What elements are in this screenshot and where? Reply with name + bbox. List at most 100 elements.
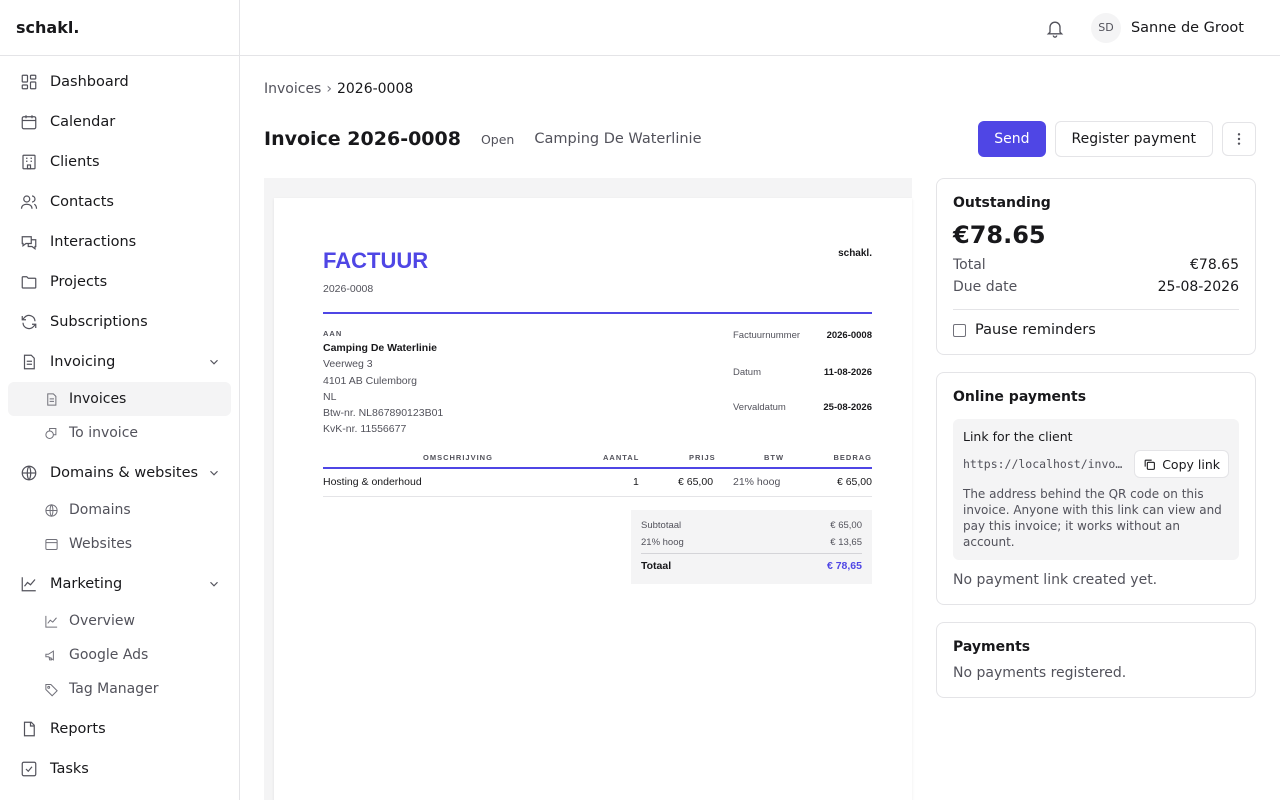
sidebar-subitem-label: Domains [69,502,131,518]
outstanding-amount: €78.65 [953,221,1046,249]
sidebar-item-calendar[interactable]: Calendar [0,102,239,142]
send-button[interactable]: Send [978,121,1046,157]
line-chart-icon [44,614,59,629]
payment-link-url[interactable]: https://localhost/invo… [963,457,1133,471]
sidebar-item-interactions[interactable]: Interactions [0,222,239,262]
chevron-down-icon[interactable] [207,466,221,480]
address-line: NL [323,390,337,403]
payments-card: Payments No payments registered. [936,622,1256,698]
breadcrumb-current: 2026-0008 [336,81,414,97]
sidebar-subitem-domains[interactable]: Domains [8,493,231,527]
sidebar-subitem-invoices[interactable]: Invoices [8,382,231,416]
meta-label: Datum [733,367,761,378]
line-description: Hosting & onderhoud [323,476,422,488]
card-title: Online payments [953,389,1087,405]
document-icon [20,353,38,371]
sidebar-group-invoicing[interactable]: Invoicing [0,342,239,382]
checkbox-icon [20,760,38,778]
avatar[interactable]: SD [1090,12,1121,43]
sidebar-subitem-google-ads[interactable]: Google Ads [8,638,231,672]
address-line: Veerweg 3 [323,358,373,371]
line-chart-icon [20,575,38,593]
sidebar-item-clients[interactable]: Clients [0,142,239,182]
sidebar-item-reports[interactable]: Reports [0,709,239,749]
interactions-icon [20,233,38,251]
sidebar-subitem-label: Google Ads [69,647,149,663]
main-content: Invoices › 2026-0008 Invoice 2026-0008 O… [264,56,1256,800]
pause-reminders-checkbox[interactable] [953,323,966,337]
sidebar-nav: Dashboard Calendar Clients Contacts Inte… [0,56,239,789]
contacts-icon [20,193,38,211]
vat-row: 21% hoog € 13,65 [641,534,862,551]
sidebar-subitem-tag-manager[interactable]: Tag Manager [8,672,231,706]
brand-logo[interactable]: schakl. [0,0,239,56]
megaphone-icon [44,648,59,663]
address-line: KvK-nr. 11556677 [323,423,407,436]
breadcrumb: Invoices › 2026-0008 [264,81,1256,97]
chevron-down-icon[interactable] [207,577,221,591]
invoice-totals: Subtotaal € 65,00 21% hoog € 13,65 Totaa… [631,510,872,584]
tag-icon [44,682,59,697]
report-icon [20,720,38,738]
pause-reminders-label: Pause reminders [975,322,1096,338]
sidebar-group-marketing[interactable]: Marketing [0,564,239,604]
card-title: Outstanding [953,195,1051,211]
copy-link-label: Copy link [1162,456,1220,472]
outstanding-card: Outstanding €78.65 Total €78.65 Due date… [936,178,1256,355]
sidebar-subitem-to-invoice[interactable]: To invoice [8,416,231,450]
total-label: Total [953,257,986,273]
meta-label: Factuurnummer [733,330,801,341]
sidebar-item-contacts[interactable]: Contacts [0,182,239,222]
folder-icon [20,273,38,291]
copy-link-button[interactable]: Copy link [1134,450,1229,478]
sidebar-item-label: Projects [50,274,108,290]
meta-row: Vervaldatum 25-08-2026 [733,402,872,413]
page-title: Invoice 2026-0008 [264,128,461,150]
sidebar-item-tasks[interactable]: Tasks [0,749,239,789]
sidebar-group-label: Marketing [50,576,123,592]
register-payment-button[interactable]: Register payment [1054,121,1213,157]
pause-reminders-toggle[interactable]: Pause reminders [953,322,1239,338]
invoice-heading: FACTUUR [323,248,429,273]
browser-window-icon [44,537,59,552]
page-header: Invoice 2026-0008 Open Camping De Waterl… [264,121,1256,157]
globe-icon [20,464,38,482]
user-name[interactable]: Sanne de Groot [1131,20,1244,36]
breadcrumb-parent-link[interactable]: Invoices [264,81,321,97]
line-price: € 65,00 [678,476,714,488]
payment-link-help: The address behind the QR code on this i… [963,487,1222,549]
sidebar-subitem-label: Invoices [69,391,127,407]
coins-icon [44,426,59,441]
header-actions: Send Register payment [978,121,1256,157]
line-vat: 21% hoog [733,476,781,488]
client-link[interactable]: Camping De Waterlinie [534,131,701,147]
bell-icon[interactable] [1045,18,1065,38]
globe-icon [44,503,59,518]
sidebar-subitem-label: To invoice [69,425,139,441]
topbar: SD Sanne de Groot [240,0,1280,56]
invoice-brand: schakl. [838,248,872,259]
sidebar-subitem-overview[interactable]: Overview [8,604,231,638]
column-header: AANTAL [603,453,640,462]
recipient-label: AAN [323,329,343,338]
chevron-down-icon[interactable] [207,355,221,369]
meta-value: 25-08-2026 [823,402,872,413]
sidebar-group-domains[interactable]: Domains & websites [0,453,239,493]
sidebar-item-subscriptions[interactable]: Subscriptions [0,302,239,342]
sidebar-subitem-label: Websites [69,536,133,552]
sidebar: schakl. Dashboard Calendar Clients Conta… [0,0,240,800]
sidebar-subitem-label: Overview [69,613,135,629]
payments-empty: No payments registered. [953,665,1127,681]
sidebar-item-projects[interactable]: Projects [0,262,239,302]
copy-icon [1143,458,1156,471]
sidebar-subitem-websites[interactable]: Websites [8,527,231,561]
sidebar-item-label: Subscriptions [50,314,148,330]
row-divider [323,496,872,497]
more-options-button[interactable] [1222,122,1256,156]
subtotal-label: Subtotaal [641,520,682,531]
meta-value: 11-08-2026 [823,367,872,378]
payment-link-box: Link for the client https://localhost/in… [953,419,1239,560]
sidebar-item-dashboard[interactable]: Dashboard [0,62,239,102]
column-header: OMSCHRIJVING [423,453,493,462]
subtotal-value: € 65,00 [830,520,862,531]
